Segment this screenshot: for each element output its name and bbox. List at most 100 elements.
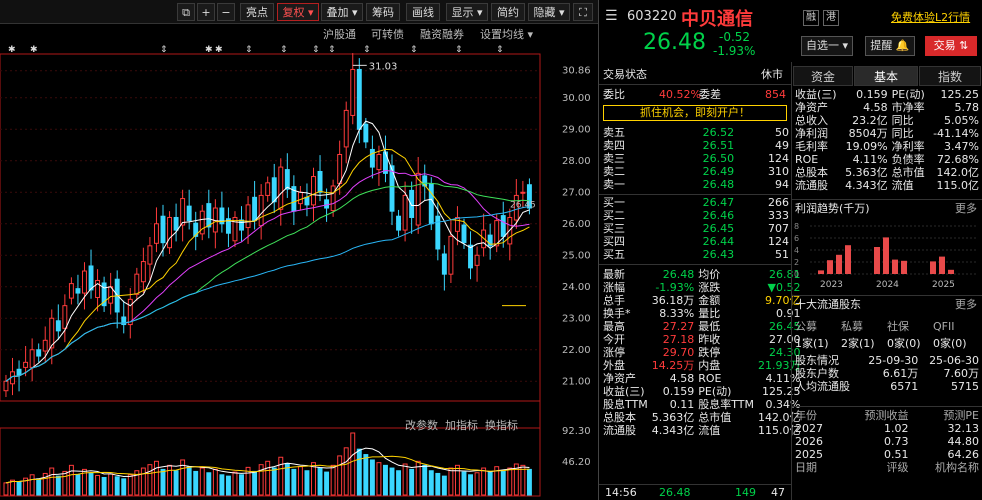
profit-ytick: 0 xyxy=(794,270,799,279)
bid-row[interactable]: 买二 26.46 333 xyxy=(601,209,791,222)
candle-body xyxy=(435,215,441,250)
shareholders-title: 十大流通股东 xyxy=(795,298,861,311)
status-label: 交易状态 xyxy=(603,68,647,81)
zoom-in-icon[interactable]: + xyxy=(197,3,215,21)
zoom-out-icon[interactable]: − xyxy=(217,3,235,21)
bid-price: 26.45 xyxy=(702,222,735,235)
tab-change-param[interactable]: 改参数 xyxy=(405,417,438,433)
stat-label: PE(动) xyxy=(698,385,732,398)
fund-label: 市净率 xyxy=(891,101,925,114)
candle-body xyxy=(180,198,186,226)
kline-chart-area[interactable]: 沪股通 可转债 融资融券 设置均线 ▾ 30.86 30.00 29.00 28.00… xyxy=(0,24,598,500)
watchlist-button[interactable]: 自选一 ▾ xyxy=(801,36,853,56)
event-marker-icon: ⇕ xyxy=(160,45,168,55)
candle-body xyxy=(271,177,277,203)
shareholder-row: 人均流通股 6571 5715 xyxy=(793,380,981,393)
hide-button[interactable]: 隐藏 ▾ xyxy=(528,3,570,21)
forecast-table: 年份 预测收益 预测PE 2027 1.02 32.13 2026 0.73 44.80 2025… xyxy=(793,409,981,474)
price-tick-label: 27.00 xyxy=(562,187,591,198)
tab-capital[interactable]: 资金 xyxy=(793,66,853,86)
fund-label: 流值 xyxy=(891,179,914,192)
tab-switch-indicator[interactable]: 换指标 xyxy=(485,417,518,433)
profit-year-label: 2023 xyxy=(820,280,843,290)
stat-label: 最低 xyxy=(698,320,721,333)
forecast-cell: 2027 xyxy=(795,422,823,435)
shareholders-more[interactable]: 更多 xyxy=(955,298,977,312)
candle-body xyxy=(468,244,473,269)
bid-label: 买二 xyxy=(603,209,625,222)
trade-button[interactable]: 交易 ⇅ xyxy=(925,36,977,56)
bid-price: 26.43 xyxy=(702,248,735,261)
volume-bar xyxy=(147,464,153,496)
candle-body xyxy=(140,261,146,283)
highlight-button[interactable]: 亮点 xyxy=(240,3,274,21)
sh-value: 7.60万 xyxy=(943,367,980,380)
ask-row[interactable]: 卖一 26.48 94 xyxy=(601,178,791,191)
promo-link[interactable]: 免费体验L2行情 xyxy=(891,9,970,25)
ask-row[interactable]: 卖三 26.50 124 xyxy=(601,152,791,165)
ask-row[interactable]: 卖五 26.52 50 xyxy=(601,126,791,139)
volume-bar xyxy=(206,472,212,496)
bid-row[interactable]: 买五 26.43 51 xyxy=(601,248,791,261)
sh-label: 股东情况 xyxy=(795,354,839,367)
volume-bar xyxy=(284,463,290,496)
restore-icon[interactable]: ⧉ xyxy=(177,3,195,21)
volume-bar xyxy=(271,467,277,496)
simple-button[interactable]: 简约 xyxy=(491,3,525,21)
fundamentals-table: 收益(三) 0.159 PE(动) 125.25 净资产 4.58 市净率 5.78 总收入 23… xyxy=(793,88,981,192)
stat-label: 净资产 xyxy=(603,372,636,385)
forecast-cell: 44.80 xyxy=(947,435,980,448)
ask-price: 26.49 xyxy=(702,165,735,178)
fund-value: 5.363亿 xyxy=(845,166,888,179)
tab-add-indicator[interactable]: 加指标 xyxy=(445,417,478,433)
profit-bar xyxy=(883,237,889,274)
candle-body xyxy=(350,68,356,116)
bid-row[interactable]: 买三 26.45 707 xyxy=(601,222,791,235)
bid-volume: 707 xyxy=(768,222,789,235)
candle-body xyxy=(62,305,68,329)
candle-body xyxy=(258,194,264,227)
bid-row[interactable]: 买一 26.47 266 xyxy=(601,196,791,209)
forecast-row: 2026 0.73 44.80 xyxy=(793,435,981,448)
overlay-button[interactable]: 叠加 ▾ xyxy=(321,3,363,21)
ask-row[interactable]: 卖四 26.51 49 xyxy=(601,139,791,152)
volume-bar xyxy=(324,471,330,496)
open-account-promo[interactable]: 抓住机会，即刻开户！ xyxy=(603,105,787,121)
volume-bar xyxy=(173,470,179,496)
fundamental-row: 净资产 4.58 市净率 5.78 xyxy=(793,101,981,114)
profit-year-label: 2025 xyxy=(932,280,955,290)
forecast-cell: 0.51 xyxy=(884,448,909,461)
fullscreen-icon[interactable]: ⛶ xyxy=(573,3,593,21)
menu-icon[interactable]: ☰ xyxy=(605,8,618,24)
volume-bar xyxy=(199,467,205,496)
stat-value: 4.343亿 xyxy=(651,424,695,437)
stat-value: 0.11 xyxy=(669,398,695,411)
event-marker-icon: ⇕ xyxy=(496,45,504,55)
tab-index[interactable]: 指数 xyxy=(919,66,981,86)
stat-row: 流通股 4.343亿 流值 115.0亿 xyxy=(601,424,803,437)
candle-body xyxy=(3,380,9,392)
ask-price: 26.52 xyxy=(702,126,735,139)
chips-button[interactable]: 筹码 xyxy=(366,3,400,21)
candle-body xyxy=(160,215,166,244)
stat-row: 股息TTM 0.11 股息率TTM 0.34% xyxy=(601,398,803,411)
profit-trend-more[interactable]: 更多 xyxy=(955,202,977,216)
ma-annotation: 26.45 xyxy=(510,201,536,211)
ask-row[interactable]: 卖二 26.49 310 xyxy=(601,165,791,178)
profit-ytick: 2 xyxy=(794,258,799,267)
tab-basic[interactable]: 基本 xyxy=(854,66,918,86)
adjust-button[interactable]: 复权 ▾ xyxy=(277,3,319,21)
sh-val-3: 0家(0) xyxy=(933,337,967,350)
candle-body xyxy=(75,288,81,294)
display-button[interactable]: 显示 ▾ xyxy=(446,3,488,21)
price-tick-label: 28.00 xyxy=(562,156,591,167)
forecast-cell: 预测收益 xyxy=(864,409,909,422)
remind-button[interactable]: 提醒 🔔 xyxy=(865,36,915,56)
draw-line-button[interactable]: 画线 xyxy=(406,3,440,21)
volume-bar xyxy=(474,472,480,496)
volume-bar xyxy=(3,482,9,496)
sh-col-3: QFII xyxy=(933,320,955,333)
candle-body xyxy=(245,204,251,229)
volume-bar xyxy=(435,472,441,496)
bid-row[interactable]: 买四 26.44 124 xyxy=(601,235,791,248)
